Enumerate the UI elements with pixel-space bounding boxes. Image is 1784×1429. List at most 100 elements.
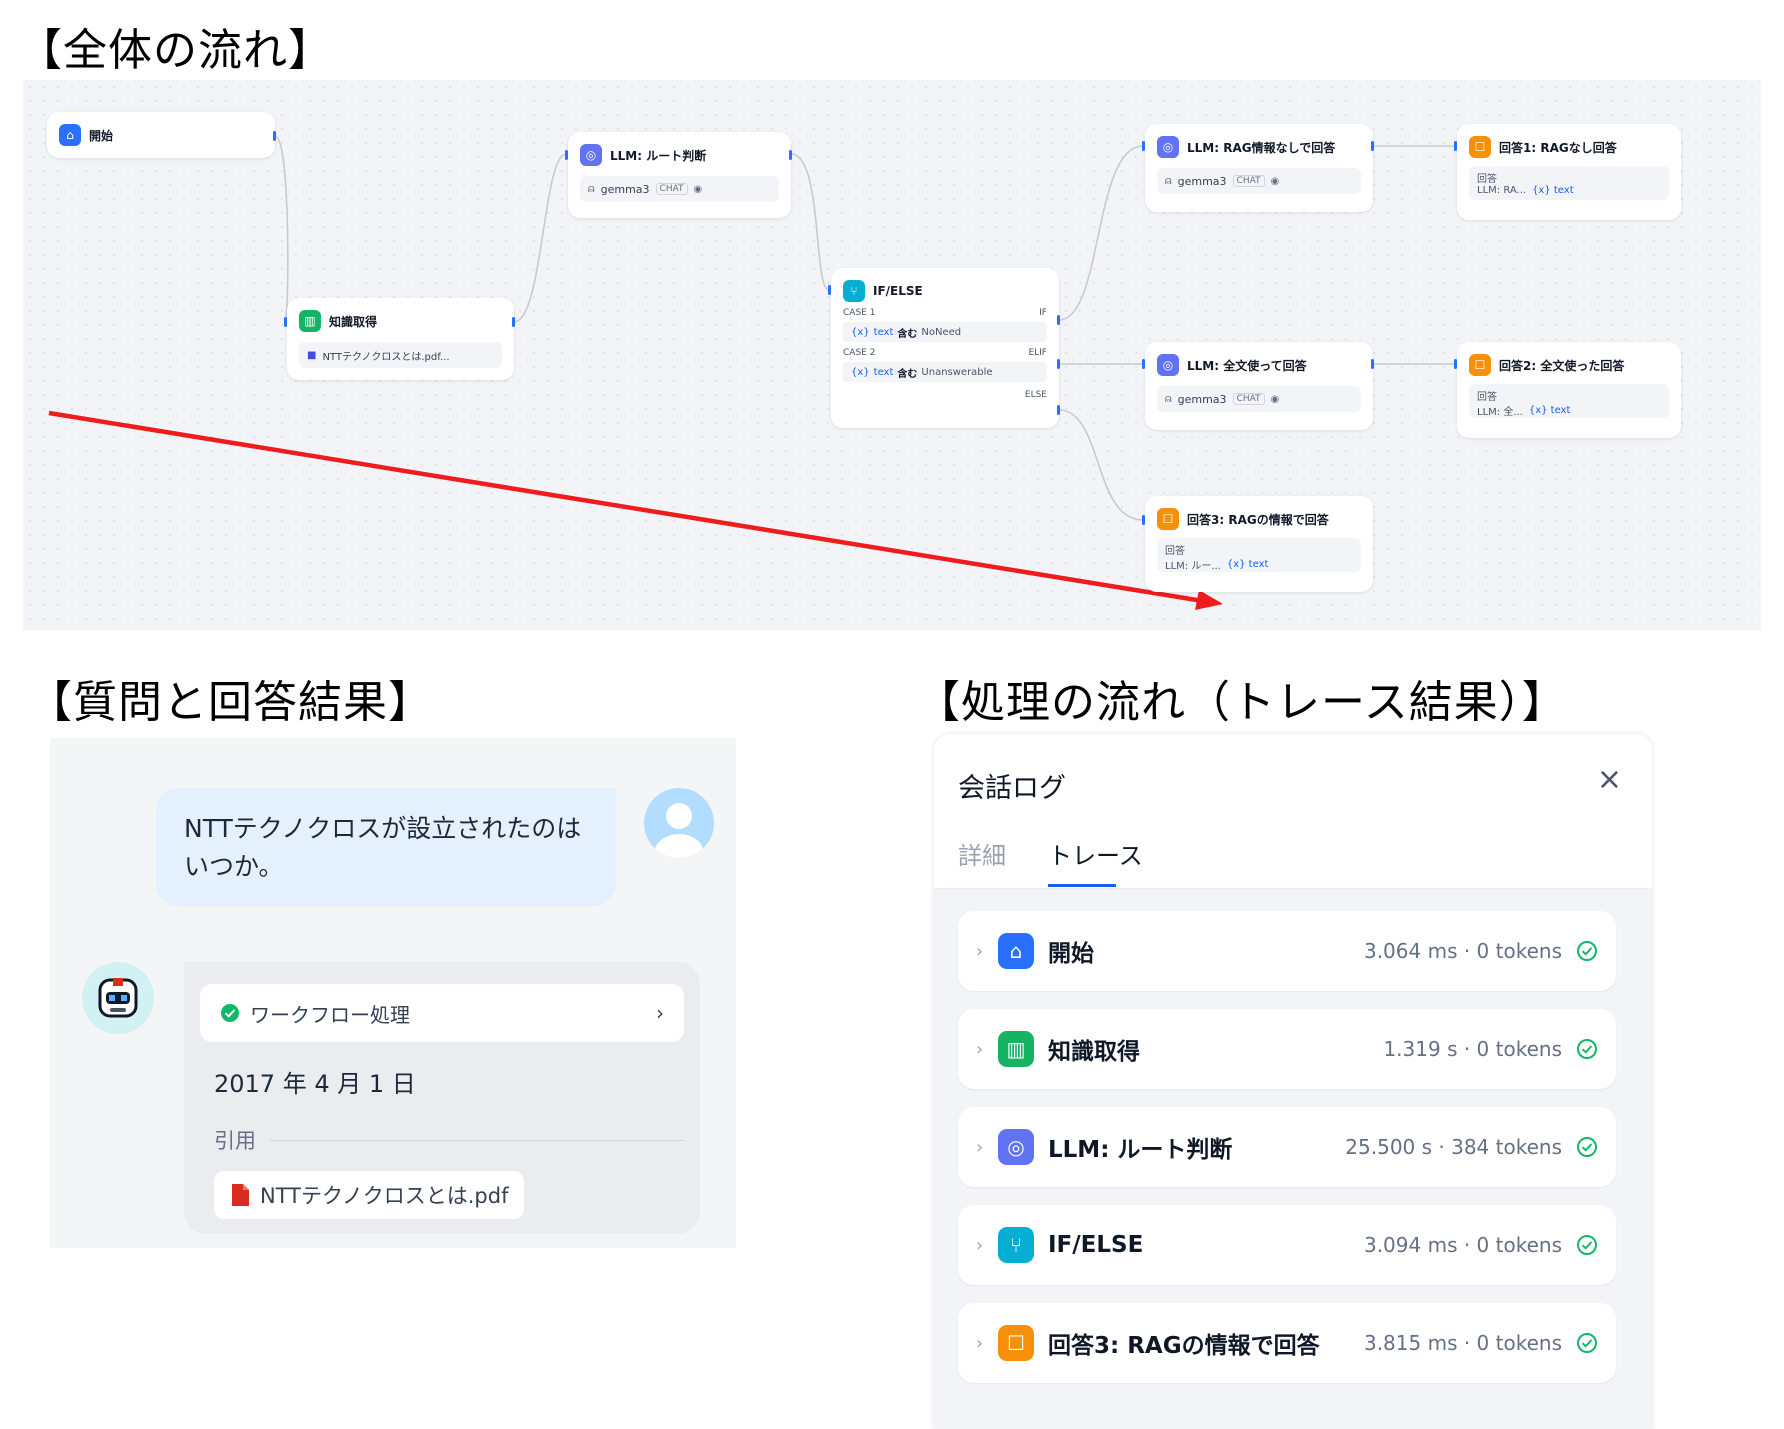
chevron-right-icon[interactable]: ›	[976, 941, 998, 962]
llm-icon: ◎	[1157, 136, 1179, 158]
answer-icon: ☐	[1157, 508, 1179, 530]
answer-variable: {x} text	[1528, 405, 1571, 416]
success-check-icon	[221, 1004, 239, 1022]
model-tag: CHAT	[655, 183, 688, 195]
pdf-file-icon	[232, 1184, 249, 1206]
node-llm-route[interactable]: ◎ LLM: ルート判断 ⍝ gemma3 CHAT ◉	[568, 132, 791, 218]
port-handle[interactable]	[828, 285, 831, 295]
port-handle[interactable]	[1142, 359, 1145, 369]
citation-file[interactable]: NTTテクノクロスとは.pdf	[214, 1171, 525, 1219]
trace-panel: 会話ログ × 詳細 トレース › ⌂ 開始 3.064 ms · 0 token…	[934, 734, 1652, 1429]
success-check-icon	[1577, 941, 1597, 961]
model-name: gemma3	[1177, 392, 1227, 406]
trace-item-name: 知識取得	[1048, 1039, 1140, 1065]
trace-item-llm-route[interactable]: › ◎ LLM: ルート判断 25.500 s · 384 tokens	[958, 1107, 1616, 1187]
user-avatar	[644, 788, 714, 858]
book-icon: ▥	[998, 1031, 1034, 1067]
node-start[interactable]: ⌂ 開始	[47, 112, 275, 158]
chevron-right-icon[interactable]: ›	[976, 1039, 998, 1060]
port-handle[interactable]	[273, 131, 276, 141]
answer-icon: ☐	[1469, 136, 1491, 158]
port-handle[interactable]	[512, 317, 515, 327]
trace-item-stats: 3.094 ms · 0 tokens	[1363, 1233, 1562, 1257]
node-knowledge[interactable]: ▥ 知識取得 ■ NTTテクノクロスとは.pdf...	[287, 298, 514, 380]
trace-item-name: IF/ELSE	[1048, 1232, 1144, 1258]
tab-trace[interactable]: トレース	[1048, 836, 1143, 871]
branch-icon: ⑂	[998, 1227, 1034, 1263]
case2-branch: ELIF	[1028, 348, 1047, 358]
answer-icon: ☐	[998, 1325, 1034, 1361]
node-llm-no-rag[interactable]: ◎ LLM: RAG情報なしで回答 ⍝ gemma3 CHAT ◉	[1145, 124, 1373, 212]
trace-list: › ⌂ 開始 3.064 ms · 0 tokens › ▥ 知識取得 1.31…	[934, 889, 1652, 1429]
edge-if-norag	[1058, 145, 1144, 321]
node-title: LLM: ルート判断	[610, 148, 707, 163]
knowledge-source: NTTテクノクロスとは.pdf...	[322, 351, 450, 363]
home-icon: ⌂	[59, 124, 81, 146]
variable-icon: {x}	[851, 326, 870, 338]
workflow-canvas[interactable]: ⌂ 開始 ▥ 知識取得 ■ NTTテクノクロスとは.pdf... ◎ LLM: …	[23, 80, 1761, 630]
user-silhouette-icon	[654, 803, 704, 858]
home-icon: ⌂	[998, 933, 1034, 969]
trace-item-ifelse[interactable]: › ⑂ IF/ELSE 3.094 ms · 0 tokens	[958, 1205, 1616, 1285]
case2-condition[interactable]: {x} text 含む Unanswerable	[843, 362, 1047, 382]
port-handle[interactable]	[1142, 141, 1145, 151]
trace-item-name: 開始	[1048, 941, 1094, 967]
annotation-arrow-head	[1195, 590, 1223, 610]
model-icon: ⍝	[1165, 174, 1172, 187]
answer-icon: ☐	[1469, 354, 1491, 376]
chevron-right-icon[interactable]: ›	[976, 1333, 998, 1354]
folder-icon: ■	[307, 349, 317, 361]
port-handle[interactable]	[1057, 359, 1060, 369]
trace-item-answer3[interactable]: › ☐ 回答3: RAGの情報で回答 3.815 ms · 0 tokens	[958, 1303, 1616, 1383]
port-handle[interactable]	[284, 317, 287, 327]
node-title: 回答2: 全文使った回答	[1499, 358, 1625, 373]
condition-field: text	[873, 366, 894, 378]
node-answer1[interactable]: ☐ 回答1: RAGなし回答 回答 LLM: RA... {x} text	[1457, 124, 1681, 220]
robot-icon	[98, 978, 138, 1018]
port-handle[interactable]	[1142, 515, 1145, 525]
node-answer2[interactable]: ☐ 回答2: 全文使った回答 回答 LLM: 全... {x} text	[1457, 342, 1681, 438]
case1-label: CASE 1	[843, 308, 876, 318]
chat-panel: NTTテクノクロスが設立されたのはいつか。 ワークフロー処理 › 2017 年 …	[50, 738, 736, 1248]
node-title: 回答1: RAGなし回答	[1499, 140, 1617, 155]
variable-icon: {x}	[851, 366, 870, 378]
port-handle[interactable]	[1454, 359, 1457, 369]
heading-process-flow: 【処理の流れ（トレース結果）】	[916, 677, 1567, 728]
close-icon[interactable]: ×	[1597, 762, 1622, 797]
trace-item-name: 回答3: RAGの情報で回答	[1048, 1333, 1320, 1359]
heading-qa-result: 【質問と回答結果】	[28, 677, 433, 728]
active-tab-indicator	[1048, 884, 1116, 887]
annotation-arrow-line	[48, 410, 1210, 605]
port-handle[interactable]	[789, 150, 792, 160]
workflow-label: ワークフロー処理	[250, 1002, 410, 1027]
success-check-icon	[1577, 1333, 1597, 1353]
node-llm-full[interactable]: ◎ LLM: 全文使って回答 ⍝ gemma3 CHAT ◉	[1145, 342, 1373, 430]
port-handle[interactable]	[565, 150, 568, 160]
case1-condition[interactable]: {x} text 含む NoNeed	[843, 322, 1047, 342]
model-icon: ⍝	[1165, 392, 1172, 405]
model-icon: ⍝	[588, 182, 595, 195]
answer-label: 回答	[1165, 546, 1185, 557]
case2-label: CASE 2	[843, 348, 876, 358]
port-handle[interactable]	[1371, 141, 1374, 151]
eye-icon: ◉	[693, 183, 703, 195]
chevron-right-icon[interactable]: ›	[976, 1137, 998, 1158]
llm-icon: ◎	[1157, 354, 1179, 376]
workflow-process-toggle[interactable]: ワークフロー処理 ›	[200, 984, 684, 1042]
port-handle[interactable]	[1057, 315, 1060, 325]
port-handle[interactable]	[1454, 141, 1457, 151]
answer-variable: {x} text	[1532, 185, 1574, 196]
answer-variable: {x} text	[1226, 559, 1269, 570]
trace-item-start[interactable]: › ⌂ 開始 3.064 ms · 0 tokens	[958, 911, 1616, 991]
answer-label: 回答	[1477, 174, 1497, 185]
llm-icon: ◎	[580, 144, 602, 166]
node-ifelse[interactable]: ⑂ IF/ELSE CASE 1 IF {x} text 含む NoNeed C…	[831, 268, 1059, 428]
trace-item-knowledge[interactable]: › ▥ 知識取得 1.319 s · 0 tokens	[958, 1009, 1616, 1089]
node-answer3[interactable]: ☐ 回答3: RAGの情報で回答 回答 LLM: ルー... {x} text	[1145, 496, 1373, 592]
port-handle[interactable]	[1057, 405, 1060, 415]
chevron-right-icon[interactable]: ›	[976, 1235, 998, 1256]
tab-details[interactable]: 詳細	[958, 836, 1006, 871]
condition-value: NoNeed	[921, 326, 962, 338]
eye-icon: ◉	[1270, 393, 1280, 405]
port-handle[interactable]	[1371, 359, 1374, 369]
